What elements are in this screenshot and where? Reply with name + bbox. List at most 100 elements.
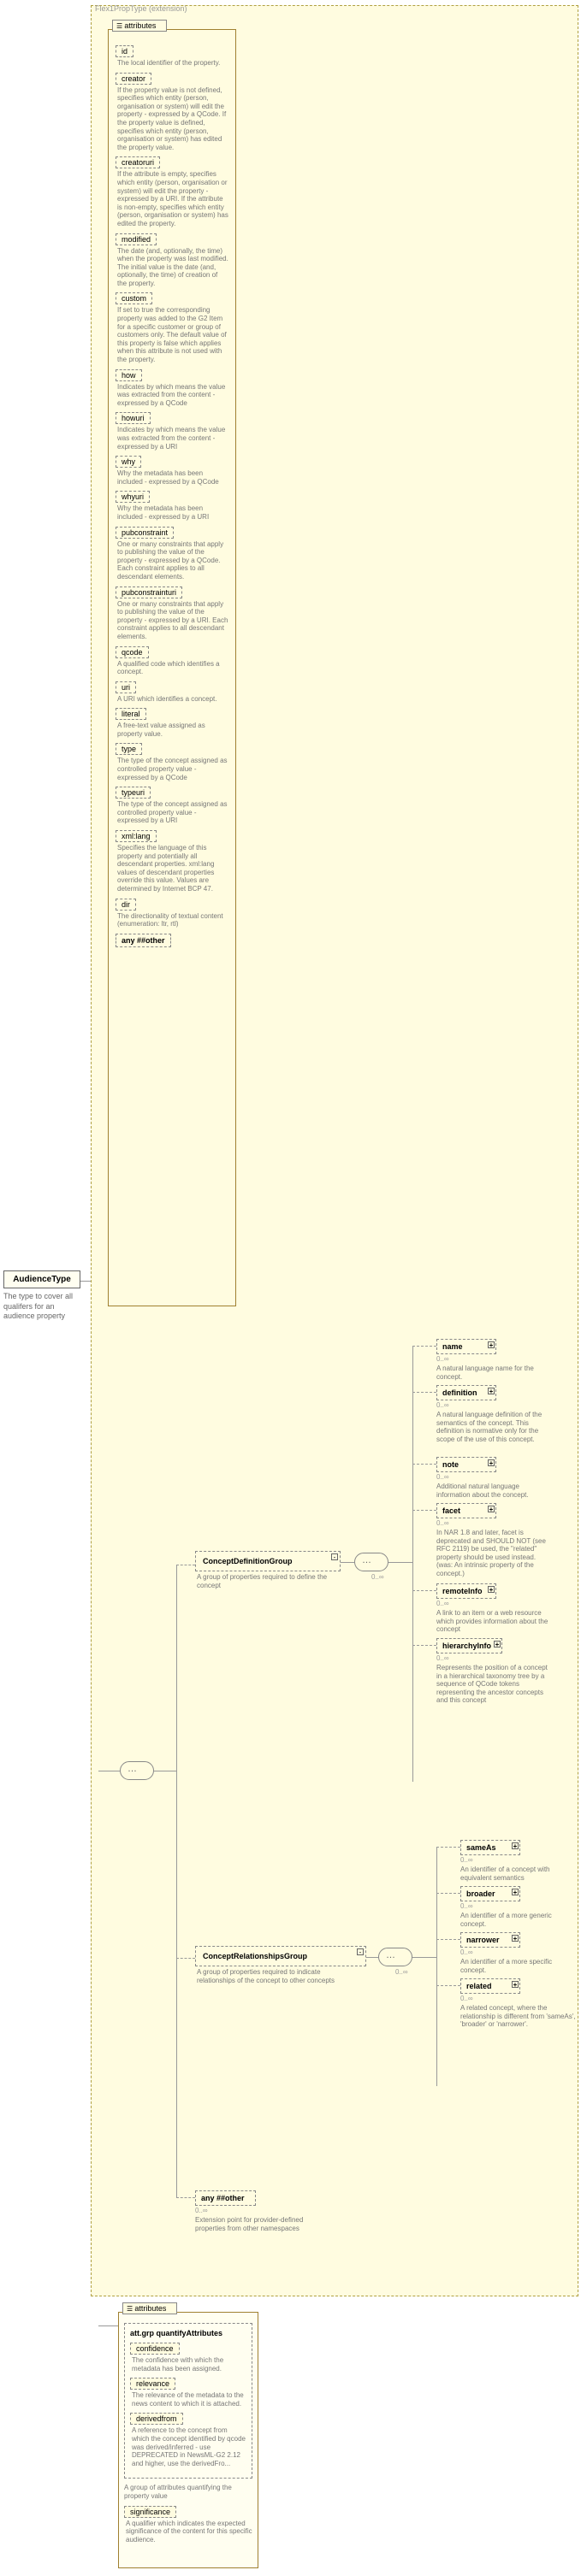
attribute-item: creatorIf the property value is not defi… xyxy=(116,73,228,152)
attr-name: uri xyxy=(116,681,136,693)
attr-name: why xyxy=(116,456,141,468)
expand-icon[interactable]: + xyxy=(488,1506,495,1512)
child-element: hierarchyInfo+0..∞ Represents the positio… xyxy=(436,1638,552,1705)
attributes-panel-header: attributes xyxy=(122,2302,177,2314)
expand-icon[interactable]: + xyxy=(494,1641,501,1648)
any-other-label: any ##other xyxy=(201,2194,245,2202)
group-desc: A group of properties required to indica… xyxy=(197,1968,359,1984)
child-element-desc: Represents the position of a concept in … xyxy=(436,1664,552,1705)
any-other-desc: Extension point for provider-defined pro… xyxy=(195,2216,323,2232)
child-element-desc: A natural language definition of the sem… xyxy=(436,1411,552,1443)
expand-icon[interactable]: + xyxy=(512,1889,519,1895)
child-element-box: hierarchyInfo+ xyxy=(436,1638,502,1653)
significance-attr: significance A qualifier which indicates… xyxy=(119,2506,258,2555)
connector-line xyxy=(412,1346,436,1347)
expand-icon[interactable]: + xyxy=(512,1935,519,1942)
child-element-desc: An identifier of a concept with equivale… xyxy=(460,1866,576,1882)
attr-desc: The relevance of the metadata to the new… xyxy=(130,2391,246,2408)
child-element-box: broader+ xyxy=(460,1886,520,1901)
child-element-desc: Additional natural language information … xyxy=(436,1483,552,1499)
attr-desc: If the property value is not defined, sp… xyxy=(116,86,228,152)
attr-desc: The directionality of textual content (e… xyxy=(116,912,228,928)
attr-name: significance xyxy=(124,2506,176,2518)
cardinality: 0..∞ xyxy=(460,1948,576,1956)
attr-name: dir xyxy=(116,899,136,911)
group-title: att.grp quantifyAttributes xyxy=(130,2329,246,2337)
sequence-icon xyxy=(120,1761,154,1780)
attr-desc: Specifies the language of this property … xyxy=(116,844,228,893)
sequence-icon xyxy=(354,1553,388,1571)
attr-desc: The type of the concept assigned as cont… xyxy=(116,757,228,781)
expand-icon[interactable]: + xyxy=(512,1842,519,1849)
cardinality: 0..∞ xyxy=(371,1573,384,1581)
connector-line xyxy=(436,1847,437,2086)
attribute-item: literal A free-text value assigned as pro… xyxy=(116,708,228,738)
attribute-item: confidenceThe confidence with which the … xyxy=(130,2343,246,2373)
attribute-item: pubconstrainturiOne or many constraints … xyxy=(116,587,228,641)
cardinality: 0..∞ xyxy=(395,1968,408,1976)
attr-name: literal xyxy=(116,708,146,720)
sequence-icon xyxy=(378,1948,412,1966)
expand-icon[interactable]: + xyxy=(488,1459,495,1466)
child-element-box: definition+ xyxy=(436,1385,496,1400)
attr-desc: If the attribute is empty, specifies whi… xyxy=(116,170,228,227)
attr-name: type xyxy=(116,743,142,755)
attr-name: howuri xyxy=(116,412,151,424)
expand-icon[interactable]: - xyxy=(331,1553,338,1560)
connector-line xyxy=(412,1957,436,1958)
root-element: AudienceType The type to cover all quali… xyxy=(3,1270,80,1322)
connector-line xyxy=(80,1281,91,1282)
attr-name: qcode xyxy=(116,646,149,658)
attr-desc: A qualified code which identifies a conc… xyxy=(116,660,228,676)
connector-line xyxy=(436,1893,460,1894)
attr-name: creator xyxy=(116,73,151,85)
root-element-desc: The type to cover all qualifers for an a… xyxy=(3,1292,80,1322)
cardinality: 0..∞ xyxy=(195,2207,323,2214)
attribute-item: uri A URI which identifies a concept. xyxy=(116,681,228,704)
cardinality: 0..∞ xyxy=(460,1995,576,2002)
attr-desc: The date (and, optionally, the time) whe… xyxy=(116,247,228,288)
attr-name: id xyxy=(116,45,133,57)
concept-relationships-group: ConceptRelationshipsGroup - xyxy=(195,1946,366,1966)
child-element: facet+0..∞ In NAR 1.8 and later, facet is… xyxy=(436,1503,552,1578)
child-element-box: remoteInfo+ xyxy=(436,1583,496,1599)
connector-line xyxy=(412,1590,436,1591)
lower-attr-list: confidenceThe confidence with which the … xyxy=(130,2343,246,2467)
group-desc: A group of attributes quantifying the pr… xyxy=(119,2484,258,2505)
connector-line xyxy=(388,1562,412,1563)
expand-icon[interactable]: - xyxy=(357,1948,364,1955)
attr-desc: Why the metadata has been included - exp… xyxy=(116,504,228,521)
attribute-item: type The type of the concept assigned as … xyxy=(116,743,228,781)
attr-name: modified xyxy=(116,233,157,245)
attr-desc: A qualifier which indicates the expected… xyxy=(124,2520,252,2544)
attribute-item: dirThe directionality of textual content… xyxy=(116,899,228,928)
expand-icon[interactable]: + xyxy=(488,1388,495,1394)
attribute-item: whyuriWhy the metadata has been included… xyxy=(116,491,228,521)
child-element: remoteInfo+0..∞A link to an item or a we… xyxy=(436,1583,552,1634)
attribute-item: whyWhy the metadata has been included - … xyxy=(116,456,228,486)
attributes-panel-header: attributes xyxy=(112,20,167,32)
attr-desc: A URI which identifies a concept. xyxy=(116,695,228,704)
connector-line xyxy=(176,1958,195,1959)
attr-desc: Indicates by which means the value was e… xyxy=(116,383,228,408)
attr-desc: A free-text value assigned as property v… xyxy=(116,722,228,738)
child-element-desc: In NAR 1.8 and later, facet is deprecate… xyxy=(436,1529,552,1578)
cardinality: 0..∞ xyxy=(436,1473,552,1481)
child-element-box: note+ xyxy=(436,1457,496,1472)
attr-name: creatoruri xyxy=(116,156,160,168)
attributes-panel-lower: attributes att.grp quantifyAttributes co… xyxy=(118,2312,258,2568)
attribute-item: pubconstraintOne or many constraints tha… xyxy=(116,527,228,581)
attr-desc: A reference to the concept from which th… xyxy=(130,2426,246,2467)
connector-line xyxy=(412,1464,436,1465)
attr-desc: The confidence with which the metadata h… xyxy=(130,2356,246,2373)
expand-icon[interactable]: + xyxy=(488,1586,495,1593)
cardinality: 0..∞ xyxy=(436,1654,552,1662)
child-element-box: facet+ xyxy=(436,1503,496,1518)
expand-icon[interactable]: + xyxy=(488,1341,495,1348)
connector-line xyxy=(436,1939,460,1940)
any-other-element: any ##other 0..∞ Extension point for pro… xyxy=(195,2190,323,2232)
attr-name: pubconstraint xyxy=(116,527,174,539)
expand-icon[interactable]: + xyxy=(512,1981,519,1988)
cardinality: 0..∞ xyxy=(436,1519,552,1527)
child-element-box: related+ xyxy=(460,1978,520,1994)
